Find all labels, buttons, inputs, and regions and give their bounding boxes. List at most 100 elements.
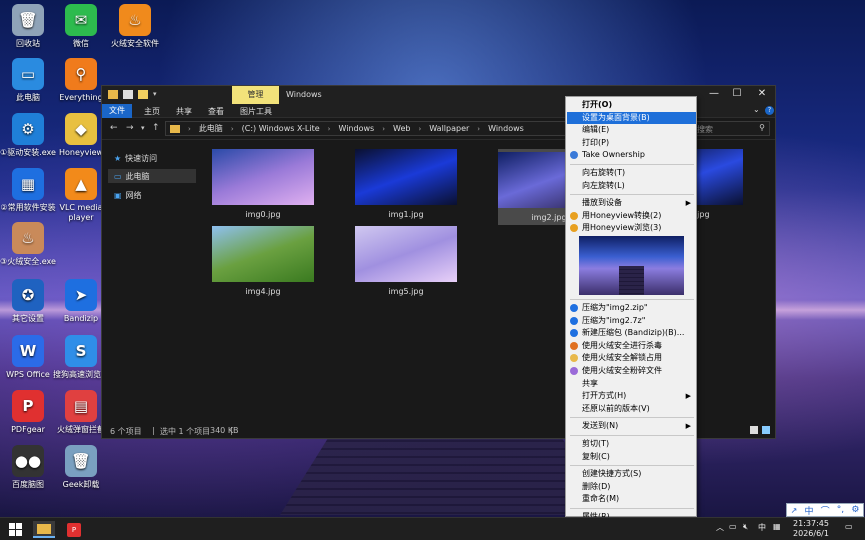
menu-item[interactable]: 创建快捷方式(S) (567, 468, 696, 480)
tray-overflow-icon[interactable]: ︿ (716, 522, 724, 533)
help-icon[interactable]: ? (765, 106, 774, 115)
menu-item[interactable]: 重命名(M) (567, 493, 696, 505)
menu-item[interactable]: 用Honeyview浏览(3) (567, 222, 696, 234)
notification-icon[interactable]: ▭ (845, 522, 853, 531)
file-thumbnail (212, 149, 314, 205)
menu-item[interactable]: 删除(D) (567, 481, 696, 493)
desktop-icon[interactable]: ♨ ③火绒安全.exe (0, 222, 56, 267)
nav-label: 快速访问 (125, 153, 158, 163)
menu-item[interactable]: 压缩为"img2.zip" (567, 302, 696, 314)
menu-item[interactable]: Take Ownership (567, 149, 696, 161)
nav-quick-access[interactable]: ★ 快速访问 (108, 151, 196, 165)
menu-item[interactable]: 使用火绒安全解锁占用 (567, 352, 696, 364)
menu-item[interactable]: 发送到(N) ▶ (567, 420, 696, 432)
menu-item[interactable]: 共享 (567, 378, 696, 390)
back-icon[interactable]: ← (110, 123, 118, 133)
desktop-icon[interactable]: ●● 百度脑图 (0, 445, 56, 490)
manage-tab[interactable]: 管理 (232, 86, 279, 104)
tab-share[interactable]: 共享 (176, 106, 192, 117)
file-item[interactable]: img1.jpg (355, 149, 457, 219)
search-input[interactable]: 搜索 ⚲ (692, 121, 770, 136)
desktop-icon-label: PDFgear (11, 425, 45, 434)
ime-punctuation-button[interactable]: °, (837, 505, 844, 515)
desktop-icon[interactable]: W WPS Office (0, 335, 56, 380)
menu-item[interactable]: 编辑(E) (567, 124, 696, 136)
menu-item[interactable]: 播放到设备 ▶ (567, 197, 696, 209)
breadcrumb-item[interactable]: Windows (488, 124, 524, 133)
taskbar-explorer-icon[interactable] (33, 521, 55, 538)
breadcrumb-item[interactable]: Wallpaper (429, 124, 469, 133)
new-folder-icon[interactable] (138, 90, 148, 99)
menu-item[interactable]: 打开(O) (567, 99, 696, 111)
nav-this-pc[interactable]: ▭ 此电脑 (108, 169, 196, 183)
menu-item[interactable]: 复制(C) (567, 451, 696, 463)
tray-volume-icon[interactable]: 🔇︎ (743, 522, 748, 532)
file-name: img1.jpg (388, 210, 424, 219)
clock[interactable]: 21:37:45 2026/6/1 (788, 519, 834, 539)
file-item[interactable]: img0.jpg (212, 149, 314, 219)
ime-settings-icon[interactable]: ⚙ (851, 505, 859, 515)
forward-icon[interactable]: → (126, 123, 134, 133)
desktop-icon[interactable]: ▭ 此电脑 (0, 58, 56, 103)
breadcrumb-item[interactable]: (C:) Windows X-Lite (242, 124, 320, 133)
menu-item[interactable]: 向左旋转(L) (567, 180, 696, 192)
up-icon[interactable]: ↑ (152, 123, 160, 133)
tray-ime-mode-icon[interactable]: ▦ (773, 522, 781, 531)
ime-mode-button[interactable]: 中 (804, 504, 813, 517)
maximize-button[interactable]: ☐ (727, 88, 747, 99)
file-item[interactable]: img4.jpg (212, 226, 314, 296)
menu-item[interactable]: 用Honeyview转换(2) (567, 210, 696, 222)
file-name: img0.jpg (245, 210, 281, 219)
desktop-icon[interactable]: 🗑 Geek卸载 (53, 445, 109, 490)
dropdown-icon[interactable]: ▾ (153, 90, 163, 99)
menu-item[interactable]: 压缩为"img2.7z" (567, 315, 696, 327)
menu-item[interactable]: 设置为桌面背景(B) (567, 111, 696, 124)
menu-item[interactable]: 使用火绒安全粉碎文件 (567, 365, 696, 377)
tray-ime-indicator[interactable]: 中 (758, 522, 766, 533)
desktop-icon[interactable]: 🗑 回收站 (0, 4, 56, 49)
menu-item[interactable]: 剪切(T) (567, 438, 696, 450)
breadcrumb-item[interactable]: 此电脑 (199, 123, 223, 134)
nav-network[interactable]: ▣ 网络 (108, 188, 196, 202)
desktop-icon[interactable]: ▦ ②常用软件安装 (0, 168, 56, 213)
breadcrumb-item[interactable]: Web (393, 124, 410, 133)
breadcrumb-item[interactable]: Windows (338, 124, 374, 133)
menu-item[interactable]: 打印(P) (567, 137, 696, 149)
desktop-icon[interactable]: P PDFgear (0, 390, 56, 435)
folder-icon[interactable] (108, 90, 118, 99)
desktop-icon[interactable]: ✪ 其它设置 (0, 279, 56, 324)
file-item[interactable]: img5.jpg (355, 226, 457, 296)
expand-ribbon-icon[interactable]: ⌄ (753, 105, 760, 114)
desktop-icon[interactable]: ✉ 微信 (53, 4, 109, 49)
minimize-button[interactable]: — (704, 88, 724, 99)
ime-toolbar-icon[interactable]: ↗ (791, 506, 798, 515)
tab-home[interactable]: 主页 (144, 106, 160, 117)
quick-access-toolbar: ▾ (108, 90, 163, 99)
submenu-arrow-icon: ▶ (685, 392, 691, 401)
tray-network-icon[interactable]: ▭ (729, 522, 737, 531)
menu-item-label: 还原以前的版本(V) (582, 403, 650, 413)
tab-file[interactable]: 文件 (102, 104, 132, 118)
recent-dropdown-icon[interactable]: ▾ (141, 124, 145, 132)
large-icons-view-icon[interactable] (762, 426, 770, 434)
desktop-icon[interactable]: ⚙ ①驱动安装.exe (0, 113, 56, 158)
menu-item-label: 打开(O) (582, 100, 613, 109)
tab-picture-tools[interactable]: 图片工具 (240, 106, 272, 117)
menu-item[interactable]: 新建压缩包 (Bandizip)(B)... (567, 327, 696, 339)
menu-item[interactable]: 使用火绒安全进行杀毒 (567, 340, 696, 352)
taskbar-pdfgear-icon[interactable]: P (63, 521, 85, 538)
menu-item[interactable]: 打开方式(H) ▶ (567, 390, 696, 402)
tab-view[interactable]: 查看 (208, 106, 224, 117)
menu-item[interactable]: 还原以前的版本(V) (567, 403, 696, 415)
start-button[interactable] (4, 521, 26, 538)
details-view-icon[interactable] (750, 426, 758, 434)
breadcrumb-separator-icon: › (382, 124, 385, 133)
menu-item[interactable]: 向右旋转(T) (567, 167, 696, 179)
breadcrumb-separator-icon: › (418, 124, 422, 133)
properties-icon[interactable] (123, 90, 133, 99)
close-button[interactable]: ✕ (752, 88, 772, 99)
computer-icon: ▭ (114, 171, 122, 181)
menu-item-label: 使用火绒安全进行杀毒 (582, 340, 662, 350)
ime-moon-icon[interactable]: ⌒ (821, 504, 830, 517)
desktop-icon[interactable]: ♨ 火绒安全软件 (107, 4, 163, 49)
